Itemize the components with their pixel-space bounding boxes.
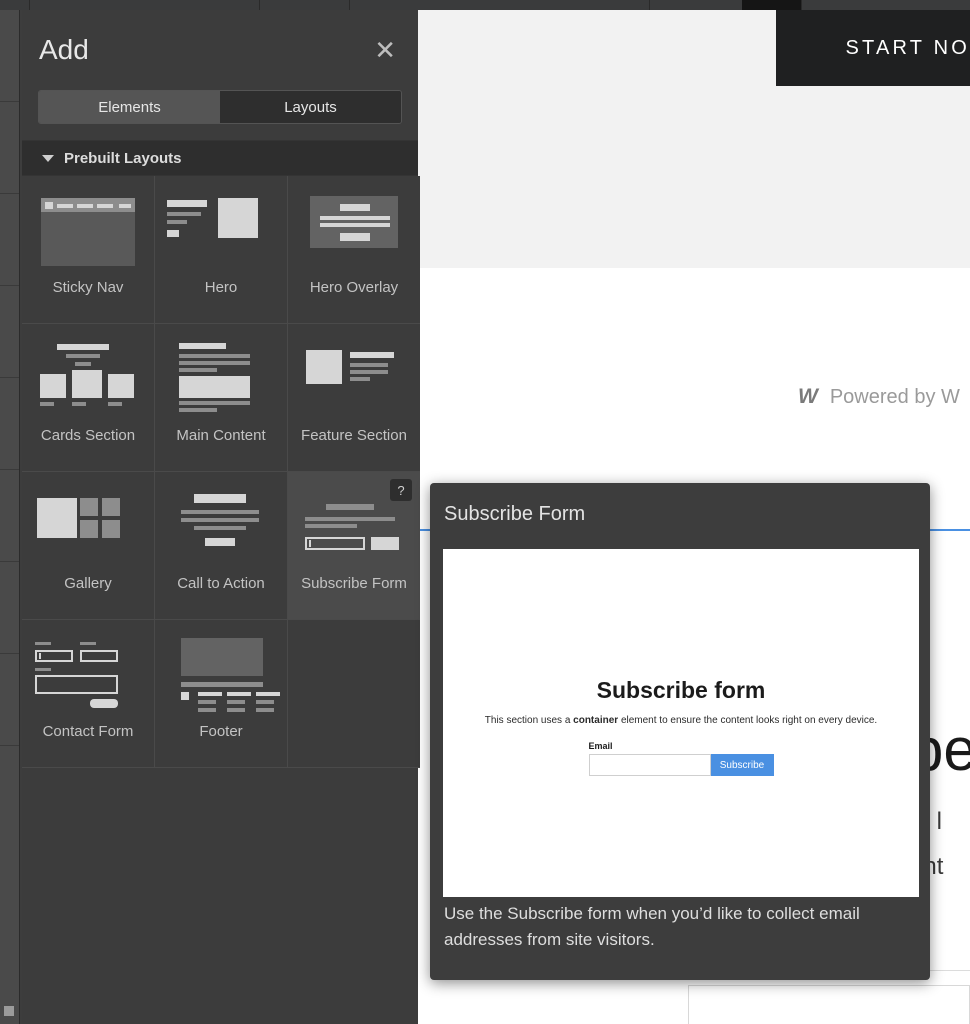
- preview-body-before: This section uses a: [484, 715, 574, 726]
- layout-item-label: Hero Overlay: [309, 279, 399, 296]
- preview-subscribe-form: Email Subscribe: [588, 741, 774, 776]
- editor-topbar: [0, 0, 970, 10]
- left-rail-cell[interactable]: [0, 562, 19, 654]
- layout-item-label: Footer: [199, 723, 243, 740]
- tab-layouts[interactable]: Layouts: [220, 91, 401, 123]
- main-content-thumb-icon: [155, 336, 287, 424]
- popover-preview-render: Subscribe form This section uses a conta…: [443, 549, 919, 897]
- add-panel-header: Add ✕: [22, 10, 418, 90]
- layout-item-hero-overlay[interactable]: Hero Overlay: [288, 176, 420, 324]
- preview-subscribe-button[interactable]: Subscribe: [710, 754, 774, 776]
- left-rail-handle[interactable]: [4, 1006, 14, 1016]
- layout-item-label: Cards Section: [40, 427, 136, 444]
- layout-item-label: Call to Action: [177, 575, 265, 592]
- layouts-grid-empty-cell: [288, 620, 420, 768]
- topbar-segment-active[interactable]: [742, 0, 802, 10]
- preview-body-text: This section uses a container element to…: [443, 715, 919, 726]
- topbar-segment[interactable]: [260, 0, 350, 10]
- layout-item-sticky-nav[interactable]: Sticky Nav: [22, 176, 155, 324]
- contact-form-thumb-icon: [22, 632, 154, 720]
- webflow-w-logo: W: [798, 385, 818, 408]
- layout-item-call-to-action[interactable]: Call to Action: [155, 472, 288, 620]
- layout-item-footer[interactable]: Footer: [155, 620, 288, 768]
- canvas-nav-dark-block: START NO: [776, 10, 970, 86]
- tab-elements[interactable]: Elements: [39, 91, 220, 123]
- left-rail-cell[interactable]: [0, 194, 19, 286]
- layout-item-label: Gallery: [64, 575, 112, 592]
- layout-item-label: Contact Form: [42, 723, 134, 740]
- footer-thumb-icon: [155, 632, 287, 720]
- app-root: START NO W Powered by W be nt l ont: [0, 0, 970, 1024]
- prebuilt-layouts-section-header[interactable]: Prebuilt Layouts: [22, 140, 418, 176]
- topbar-segment[interactable]: [350, 0, 650, 10]
- layout-item-cards-section[interactable]: Cards Section: [22, 324, 155, 472]
- layout-item-hero[interactable]: Hero: [155, 176, 288, 324]
- canvas-start-now-label: START NO: [845, 36, 970, 59]
- add-panel-tabs: Elements Layouts: [38, 90, 402, 124]
- topbar-segment[interactable]: [0, 0, 30, 10]
- canvas-input-box[interactable]: [688, 985, 970, 1024]
- layout-item-label: Feature Section: [301, 427, 407, 444]
- popover-title: Subscribe Form: [444, 503, 586, 525]
- section-title: Prebuilt Layouts: [64, 149, 182, 167]
- preview-body-after: element to ensure the content looks righ…: [618, 715, 878, 726]
- layout-item-label: Hero: [204, 279, 238, 296]
- add-panel-title: Add: [39, 34, 89, 65]
- cards-section-thumb-icon: [22, 336, 154, 424]
- add-panel-empty-space: [22, 768, 418, 1002]
- powered-by-text: Powered by W: [829, 385, 960, 408]
- layout-item-gallery[interactable]: Gallery: [22, 472, 155, 620]
- popover-description: Use the Subscribe form when you’d like t…: [444, 904, 860, 950]
- gallery-thumb-icon: [22, 484, 154, 572]
- preview-email-label: Email: [588, 741, 613, 751]
- close-icon[interactable]: ✕: [368, 33, 402, 67]
- topbar-segment[interactable]: [650, 0, 970, 10]
- left-rail-cell[interactable]: [0, 286, 19, 378]
- layout-preview-popover: Subscribe Form Subscribe form This secti…: [430, 483, 930, 980]
- layout-item-label: Main Content: [176, 427, 266, 444]
- left-rail[interactable]: [0, 10, 20, 1024]
- left-rail-cell[interactable]: [0, 654, 19, 746]
- chevron-down-icon: [42, 154, 54, 162]
- preview-email-input[interactable]: [588, 754, 711, 776]
- left-rail-cell[interactable]: [0, 10, 19, 102]
- add-panel: Add ✕ Elements Layouts Prebuilt Layouts: [22, 10, 420, 1024]
- left-rail-cell[interactable]: [0, 102, 19, 194]
- sticky-nav-thumb-icon: [22, 188, 154, 276]
- hero-thumb-icon: [155, 188, 287, 276]
- powered-by-webflow: W Powered by W: [798, 385, 960, 409]
- left-rail-cell[interactable]: [0, 470, 19, 562]
- layout-item-label: Subscribe Form: [301, 575, 407, 592]
- layout-item-subscribe-form[interactable]: ? Subscribe Form: [288, 472, 420, 620]
- feature-section-thumb-icon: [288, 336, 420, 424]
- layout-item-main-content[interactable]: Main Content: [155, 324, 288, 472]
- hero-overlay-thumb-icon: [288, 188, 420, 276]
- layout-item-label: Sticky Nav: [52, 279, 124, 296]
- preview-body-bold: container: [573, 715, 619, 726]
- topbar-segment[interactable]: [30, 0, 260, 10]
- layouts-grid: Sticky Nav Hero Hero Overlay Cards Secti…: [22, 176, 420, 768]
- layout-item-contact-form[interactable]: Contact Form: [22, 620, 155, 768]
- call-to-action-thumb-icon: [155, 484, 287, 572]
- preview-heading: Subscribe form: [596, 677, 766, 703]
- subscribe-form-thumb-icon: [288, 484, 420, 572]
- left-rail-cell[interactable]: [0, 378, 19, 470]
- layout-item-feature-section[interactable]: Feature Section: [288, 324, 420, 472]
